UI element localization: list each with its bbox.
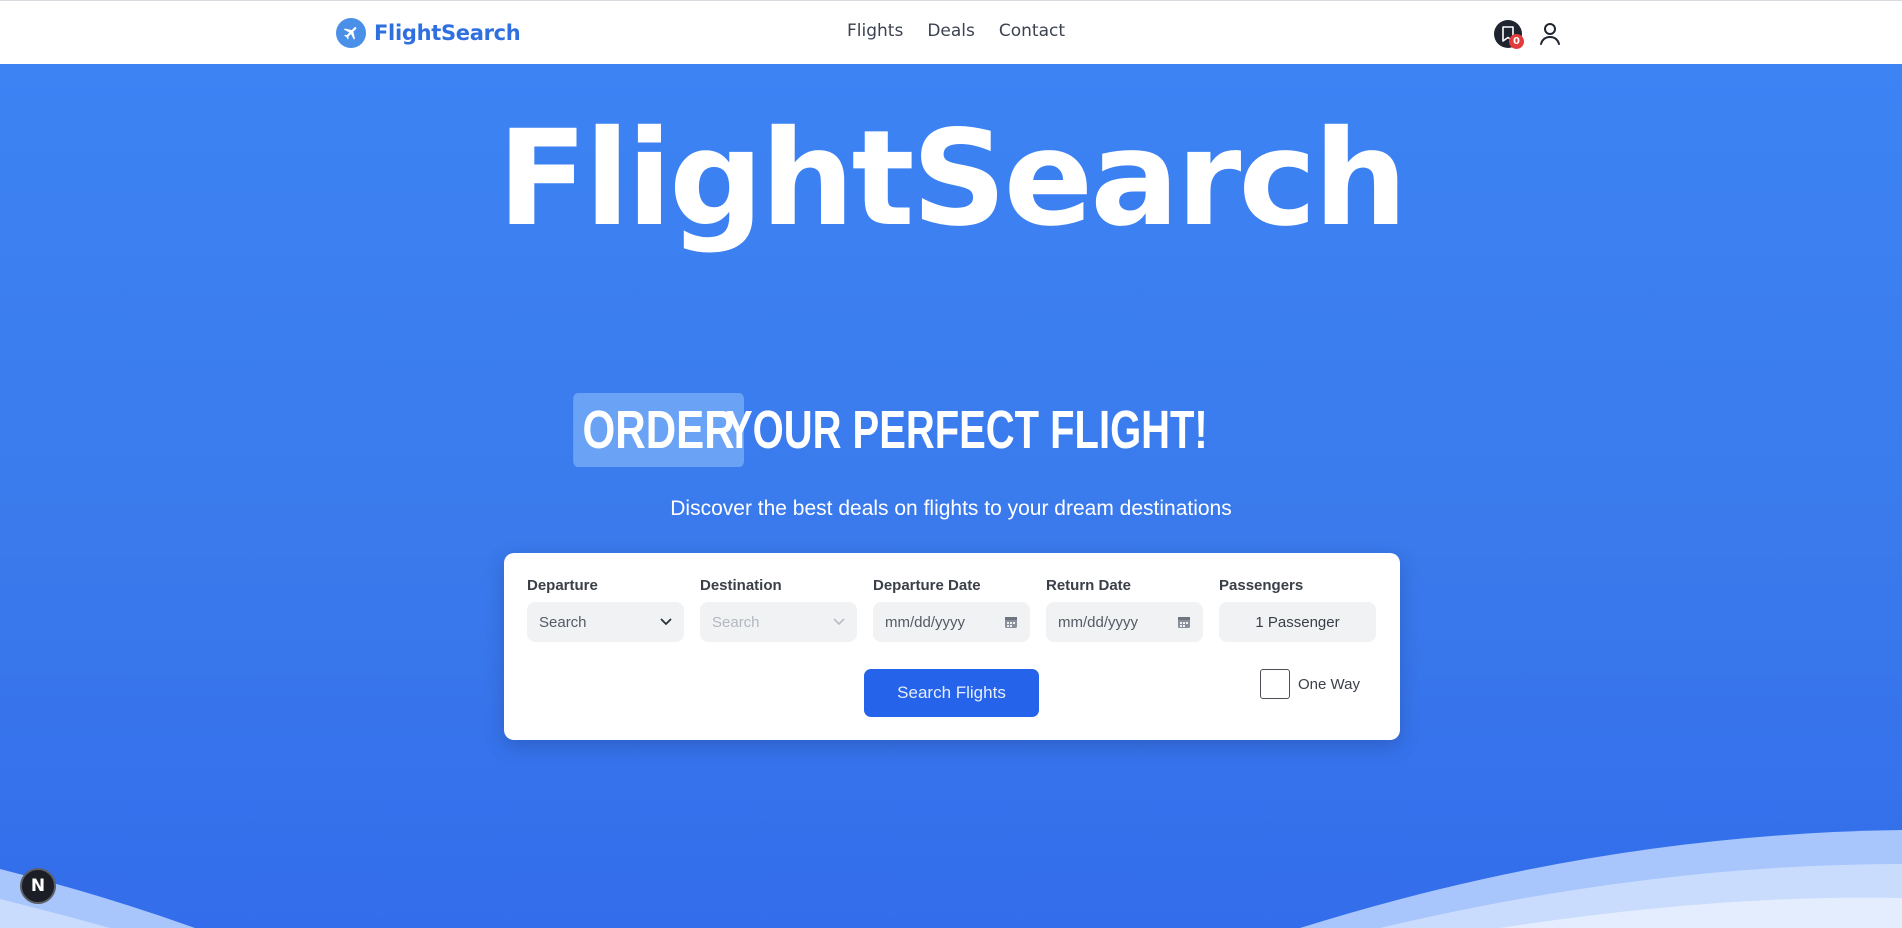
hero-headline: ORDER YOUR PERFECT FLIGHT! — [0, 393, 1902, 467]
brand-logo[interactable]: FlightSearch — [336, 18, 521, 48]
chevron-down-icon — [833, 618, 845, 626]
return-date-label: Return Date — [1046, 577, 1132, 594]
passengers-value: 1 Passenger — [1255, 613, 1340, 631]
departure-select[interactable]: Search — [527, 602, 684, 642]
user-icon — [1540, 23, 1560, 45]
passengers-label: Passengers — [1219, 577, 1304, 594]
dev-tools-badge[interactable]: N — [20, 868, 56, 904]
departure-label: Departure — [527, 577, 598, 594]
departure-field: Departure Search — [527, 577, 684, 642]
flight-search-form: Departure Search Destination Search Depa… — [504, 553, 1400, 740]
brand-name: FlightSearch — [374, 21, 521, 45]
passengers-field: Passengers 1 Passenger — [1219, 577, 1376, 642]
headline-text: YOUR PERFECT FLIGHT! — [726, 400, 1208, 460]
user-account-button[interactable] — [1539, 22, 1561, 46]
one-way-label[interactable]: One Way — [1298, 676, 1360, 693]
return-date-field: Return Date mm/dd/yyyy — [1046, 577, 1203, 642]
departure-placeholder: Search — [539, 613, 587, 631]
return-date-input[interactable]: mm/dd/yyyy — [1046, 602, 1203, 642]
headline-highlight: ORDER — [573, 393, 745, 467]
departure-date-placeholder: mm/dd/yyyy — [885, 613, 966, 631]
plane-icon — [336, 18, 366, 48]
bookmarks-button[interactable]: 0 — [1494, 20, 1524, 49]
passengers-select[interactable]: 1 Passenger — [1219, 602, 1376, 642]
calendar-icon[interactable] — [1004, 615, 1018, 629]
destination-field: Destination Search — [700, 577, 857, 642]
departure-date-input[interactable]: mm/dd/yyyy — [873, 602, 1030, 642]
destination-label: Destination — [700, 577, 782, 594]
one-way-option: One Way — [1260, 669, 1360, 699]
chevron-down-icon — [660, 618, 672, 626]
return-date-placeholder: mm/dd/yyyy — [1058, 613, 1139, 631]
hero-section: FlightSearch ORDER YOUR PERFECT FLIGHT! … — [0, 64, 1902, 928]
calendar-icon[interactable] — [1177, 615, 1191, 629]
bookmark-count-badge: 0 — [1509, 34, 1524, 49]
nav-link-deals[interactable]: Deals — [927, 21, 975, 41]
nav-link-flights[interactable]: Flights — [847, 21, 903, 41]
departure-date-field: Departure Date mm/dd/yyyy — [873, 577, 1030, 642]
one-way-checkbox[interactable] — [1260, 669, 1290, 699]
top-navbar: FlightSearch Flights Deals Contact 0 — [0, 0, 1902, 64]
main-nav: Flights Deals Contact — [847, 21, 1065, 41]
hero-subtitle: Discover the best deals on flights to yo… — [670, 497, 1232, 520]
destination-placeholder: Search — [712, 613, 760, 631]
departure-date-label: Departure Date — [873, 577, 981, 594]
hero-title: FlightSearch — [497, 102, 1407, 256]
destination-select[interactable]: Search — [700, 602, 857, 642]
search-flights-button[interactable]: Search Flights — [864, 669, 1039, 717]
nav-link-contact[interactable]: Contact — [999, 21, 1065, 41]
